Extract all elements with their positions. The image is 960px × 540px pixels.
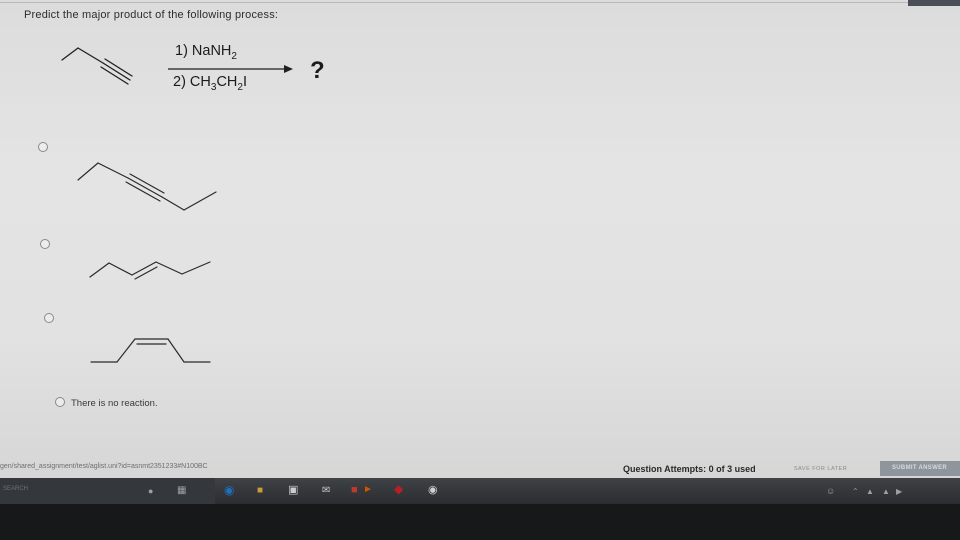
task-view-icon[interactable]: ▦ [177, 485, 186, 497]
save-for-later-button[interactable]: SAVE FOR LATER [794, 466, 847, 472]
option-a-alkyne [77, 162, 217, 211]
mcafee-icon[interactable]: ◆ [394, 483, 403, 495]
store-icon[interactable]: ▣ [288, 484, 298, 496]
notification-icon[interactable]: ▶ [896, 486, 902, 498]
option-b-radio[interactable] [40, 239, 50, 249]
reagent-step-1: 1) NaNH2 [175, 43, 237, 62]
option-c-alkene [90, 338, 211, 363]
quiz-page: Predict the major product of the followi… [0, 0, 960, 478]
chevron-up-icon[interactable]: ⌃ [852, 486, 859, 498]
search-label: SEARCH [3, 486, 29, 492]
office-icon[interactable]: ■ [351, 484, 358, 496]
status-url: gen/shared_assignment/test/aglist.uni?id… [0, 463, 208, 470]
starting-alkyne [61, 47, 133, 85]
taskbar: SEARCH ● ▦ ◉ ■ ▣ ✉ ■ ► ◆ ◉ ☺ ⌃ ▲ ▲ ▶ [0, 478, 960, 504]
microphone-icon[interactable]: ● [148, 485, 153, 497]
option-b-alkene [89, 261, 211, 280]
mail-icon[interactable]: ✉ [322, 485, 330, 497]
question-attempts: Question Attempts: 0 of 3 used [623, 464, 756, 474]
reagent-step-2: 2) CH3CH2I [173, 74, 247, 93]
option-a-radio[interactable] [38, 142, 48, 152]
option-d-label: There is no reaction. [71, 398, 158, 409]
option-d-radio[interactable] [55, 397, 65, 407]
office-app-icon[interactable]: ► [363, 484, 373, 496]
submit-answer-button[interactable]: SUBMIT ANSWER [880, 461, 960, 476]
volume-icon[interactable]: ▲ [882, 486, 890, 498]
camera-icon[interactable]: ◉ [428, 484, 438, 496]
network-icon[interactable]: ▲ [866, 486, 874, 498]
reaction-arrow [168, 65, 293, 73]
people-icon[interactable]: ☺ [826, 485, 835, 497]
option-c-radio[interactable] [44, 313, 54, 323]
unknown-product: ? [310, 57, 325, 84]
file-explorer-icon[interactable]: ■ [257, 485, 263, 497]
edge-icon[interactable]: ◉ [224, 484, 234, 496]
